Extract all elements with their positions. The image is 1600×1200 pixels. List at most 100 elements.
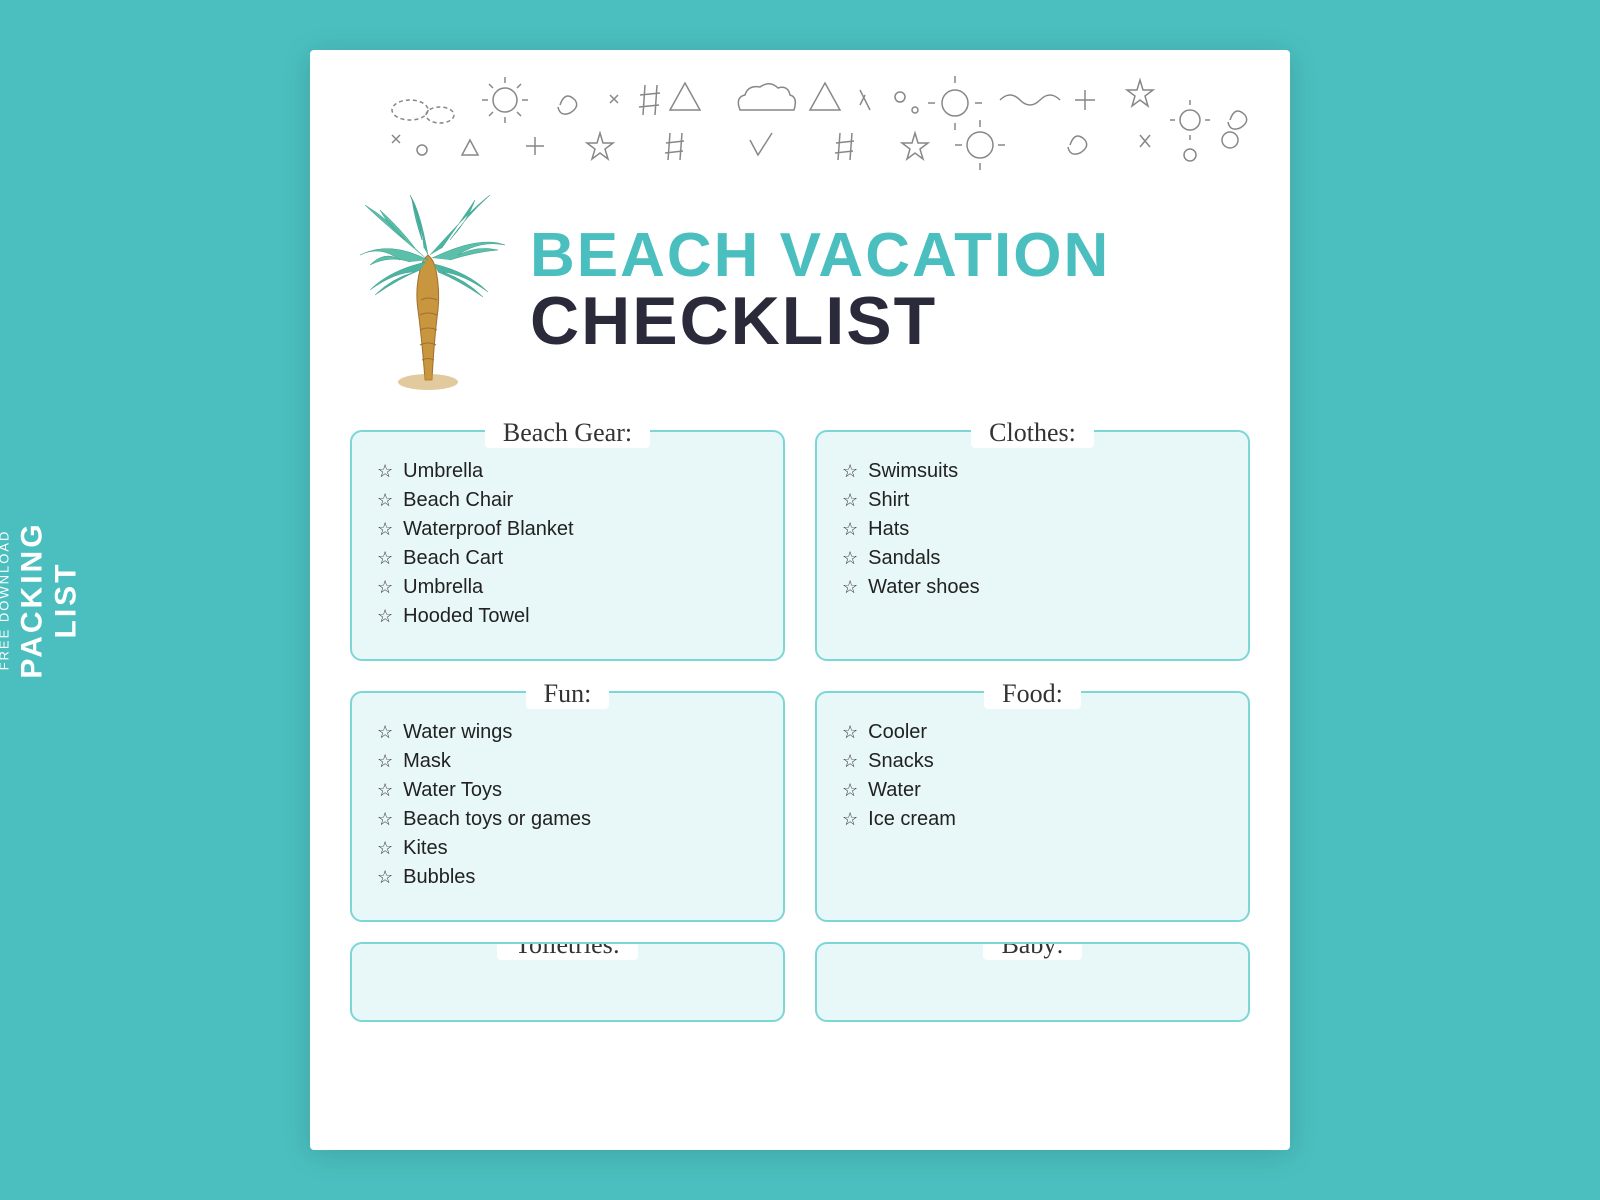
- bottom-section-title-wrapper-0: Toiletries:: [377, 942, 758, 960]
- checklist-item: ☆ Bubbles: [377, 866, 758, 889]
- checklist-item: ☆ Beach toys or games: [377, 808, 758, 831]
- section-title-wrapper-3: Food:: [842, 675, 1223, 709]
- checklist-item: ☆Umbrella: [377, 460, 758, 483]
- bottom-line-left-1: [842, 942, 975, 944]
- section-title-line-left-0: [377, 430, 477, 432]
- checklist-item: ☆ Beach Cart: [377, 547, 758, 570]
- free-download-text: FREE DOWNLOAD: [0, 500, 12, 700]
- bottom-line-left-0: [377, 942, 489, 944]
- section-title-bg-0: Beach Gear:: [485, 414, 650, 448]
- section-title-0: Beach Gear:: [495, 418, 640, 447]
- checklist-item: ☆ Water Toys: [377, 779, 758, 802]
- hero-section: BEACH VACATION CHECKLIST: [350, 180, 1250, 420]
- item-text: Mask: [403, 750, 451, 773]
- section-title-line-right-3: [1089, 691, 1223, 693]
- palm-tree-icon: [350, 190, 510, 390]
- side-label: FREE DOWNLOAD PACKING LIST: [0, 500, 84, 700]
- section-title-wrapper-1: Clothes:: [842, 414, 1223, 448]
- item-text: Snacks: [868, 750, 934, 773]
- section-card-2: Fun:☆Water wings☆Mask☆Water Toys☆Beach t…: [350, 691, 785, 922]
- item-text: Water shoes: [868, 576, 980, 599]
- item-text: Umbrella: [403, 576, 483, 599]
- checklist-item: ☆ Shirt: [842, 489, 1223, 512]
- checklist-item: ☆Umbrella: [377, 576, 758, 599]
- section-title-line-right-2: [617, 691, 758, 693]
- bottom-title-bg-1: Baby:: [983, 942, 1081, 960]
- star-icon: ☆: [377, 751, 393, 772]
- section-title-3: Food:: [994, 679, 1071, 708]
- section-title-line-left-1: [842, 430, 963, 432]
- item-text: Water wings: [403, 721, 512, 744]
- section-card-0: Beach Gear:☆Umbrella☆Beach Chair☆Waterpr…: [350, 430, 785, 661]
- checklist-item: ☆ Water: [842, 779, 1223, 802]
- star-icon: ☆: [377, 519, 393, 540]
- checklist-item: ☆ Mask: [377, 750, 758, 773]
- item-text: Hats: [868, 518, 909, 541]
- star-icon: ☆: [842, 751, 858, 772]
- item-text: Swimsuits: [868, 460, 958, 483]
- section-title-line-right-1: [1102, 430, 1223, 432]
- star-icon: ☆: [842, 780, 858, 801]
- checklist-item: ☆ Sandals: [842, 547, 1223, 570]
- section-title-bg-2: Fun:: [526, 675, 610, 709]
- star-icon: ☆: [842, 548, 858, 569]
- star-icon: ☆: [377, 780, 393, 801]
- title-line1: BEACH VACATION: [530, 225, 1250, 287]
- item-text: Hooded Towel: [403, 605, 529, 628]
- star-icon: ☆: [377, 867, 393, 888]
- section-title-bg-3: Food:: [984, 675, 1081, 709]
- item-text: Water Toys: [403, 779, 502, 802]
- item-text: Bubbles: [403, 866, 475, 889]
- item-text: Kites: [403, 837, 447, 860]
- section-title-2: Fun:: [536, 679, 600, 708]
- sections-grid: Beach Gear:☆Umbrella☆Beach Chair☆Waterpr…: [350, 420, 1250, 932]
- doodles-svg: [350, 50, 1250, 180]
- star-icon: ☆: [377, 722, 393, 743]
- main-card: BEACH VACATION CHECKLIST Beach Gear:☆Umb…: [310, 50, 1290, 1150]
- bottom-section-card-0: Toiletries:: [350, 942, 785, 1022]
- section-title-wrapper-0: Beach Gear:: [377, 414, 758, 448]
- doodle-header: [350, 50, 1250, 180]
- checklist-item: ☆Waterproof Blanket: [377, 518, 758, 541]
- item-text: Ice cream: [868, 808, 956, 831]
- section-title-bg-1: Clothes:: [971, 414, 1094, 448]
- checklist-item: ☆ Swimsuits: [842, 460, 1223, 483]
- checklist-item: ☆ Snacks: [842, 750, 1223, 773]
- hero-title: BEACH VACATION CHECKLIST: [530, 225, 1250, 355]
- section-title-line-left-2: [377, 691, 518, 693]
- checklist-item: ☆Cooler: [842, 721, 1223, 744]
- item-text: Beach Chair: [403, 489, 513, 512]
- star-icon: ☆: [377, 490, 393, 511]
- title-line2: CHECKLIST: [530, 287, 1250, 355]
- bottom-section-title-wrapper-1: Baby:: [842, 942, 1223, 960]
- checklist-item: ☆Hats: [842, 518, 1223, 541]
- item-text: Water: [868, 779, 921, 802]
- checklist-item: ☆Hooded Towel: [377, 605, 758, 628]
- item-text: Shirt: [868, 489, 909, 512]
- section-title-wrapper-2: Fun:: [377, 675, 758, 709]
- bottom-sections-grid: Toiletries: Baby:: [350, 932, 1250, 1022]
- star-icon: ☆: [842, 809, 858, 830]
- item-text: Beach toys or games: [403, 808, 591, 831]
- checklist-item: ☆ Ice cream: [842, 808, 1223, 831]
- star-icon: ☆: [842, 461, 858, 482]
- star-icon: ☆: [377, 809, 393, 830]
- bottom-section-title-1: Baby:: [993, 942, 1071, 959]
- checklist-item: ☆ Water wings: [377, 721, 758, 744]
- star-icon: ☆: [377, 548, 393, 569]
- bottom-line-right-0: [646, 942, 758, 944]
- packing-list-text: PACKING LIST: [16, 500, 84, 700]
- item-text: Sandals: [868, 547, 940, 570]
- bottom-line-right-1: [1090, 942, 1223, 944]
- section-title-line-right-0: [658, 430, 758, 432]
- star-icon: ☆: [377, 838, 393, 859]
- star-icon: ☆: [842, 577, 858, 598]
- item-text: Cooler: [868, 721, 927, 744]
- bottom-title-bg-0: Toiletries:: [497, 942, 638, 960]
- item-text: Beach Cart: [403, 547, 503, 570]
- section-title-1: Clothes:: [981, 418, 1084, 447]
- checklist-item: ☆ Kites: [377, 837, 758, 860]
- section-card-1: Clothes:☆Swimsuits☆Shirt☆Hats☆Sandals☆Wa…: [815, 430, 1250, 661]
- section-card-3: Food:☆Cooler☆Snacks☆Water☆Ice cream: [815, 691, 1250, 922]
- star-icon: ☆: [842, 490, 858, 511]
